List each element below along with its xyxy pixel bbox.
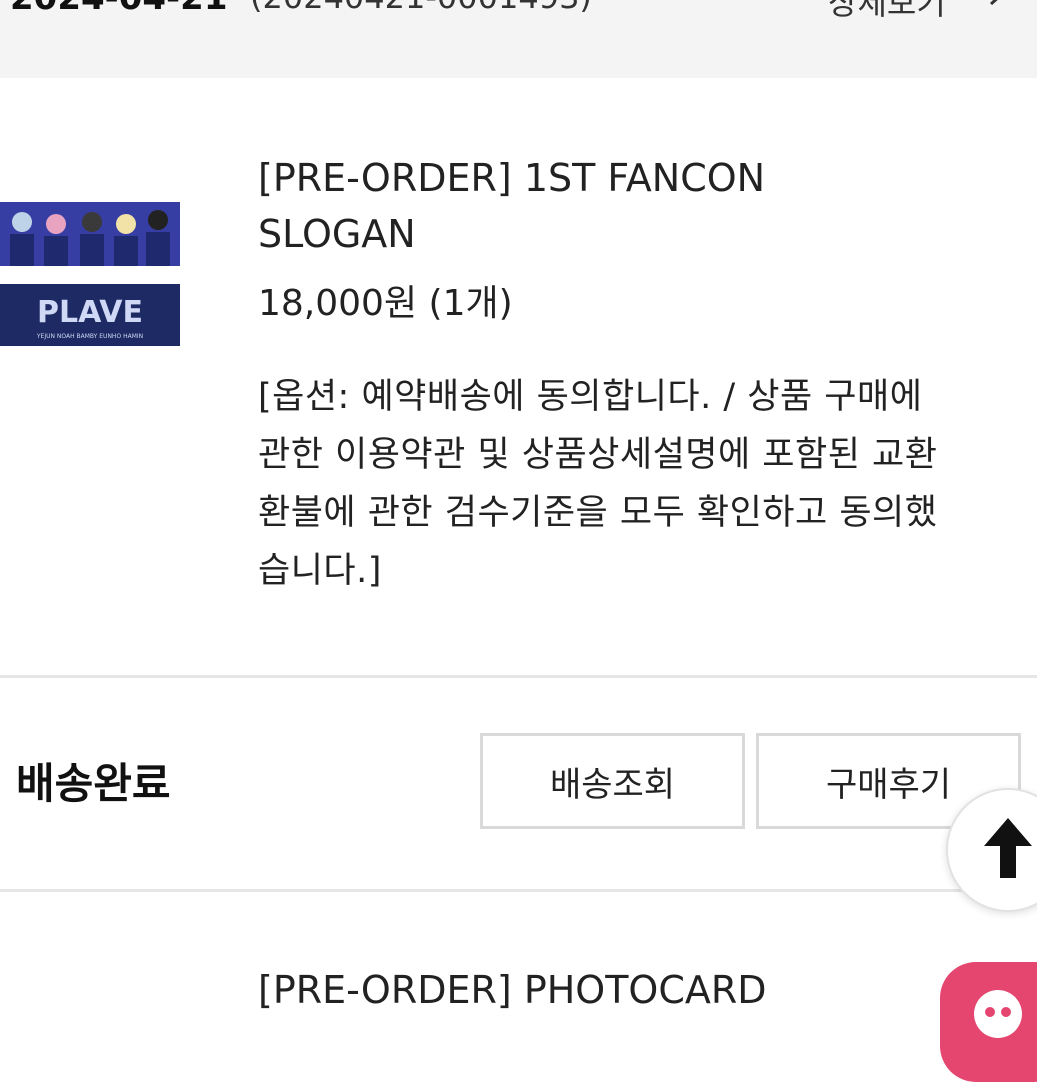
chat-button[interactable] bbox=[940, 962, 1037, 1082]
product-name[interactable]: [PRE-ORDER] 1ST FANCON SLOGAN bbox=[258, 150, 818, 262]
order-detail-link[interactable]: 상세보기 bbox=[828, 0, 946, 24]
order-header: 2024-04-21 (20240421-0001493) 상세보기 bbox=[0, 0, 1037, 78]
order-date: 2024-04-21 bbox=[10, 0, 227, 18]
order-number: (20240421-0001493) bbox=[250, 0, 592, 16]
product-info: [PRE-ORDER] 1ST FANCON SLOGAN 18,000원 (1… bbox=[258, 150, 978, 600]
chat-icon bbox=[974, 990, 1022, 1038]
chevron-right-icon[interactable] bbox=[985, 0, 1007, 6]
product-option: [옵션: 예약배송에 동의합니다. / 상품 구매에 관한 이용약관 및 상품상… bbox=[258, 377, 938, 591]
product-price: 18,000원 (1개) bbox=[258, 283, 513, 324]
thumbnail-logo: PLAVE bbox=[37, 295, 143, 330]
thumbnail-members: YEJUN NOAH BAMBY EUNHO HAMIN bbox=[36, 333, 143, 340]
divider bbox=[0, 889, 1037, 892]
product-thumbnail[interactable]: PLAVE YEJUN NOAH BAMBY EUNHO HAMIN bbox=[0, 202, 180, 346]
arrow-up-icon bbox=[984, 818, 1032, 878]
next-product-name[interactable]: [PRE-ORDER] PHOTOCARD bbox=[258, 968, 767, 1012]
divider bbox=[0, 675, 1037, 678]
tracking-button[interactable]: 배송조회 bbox=[480, 733, 745, 829]
shipping-status: 배송완료 bbox=[16, 759, 171, 808]
